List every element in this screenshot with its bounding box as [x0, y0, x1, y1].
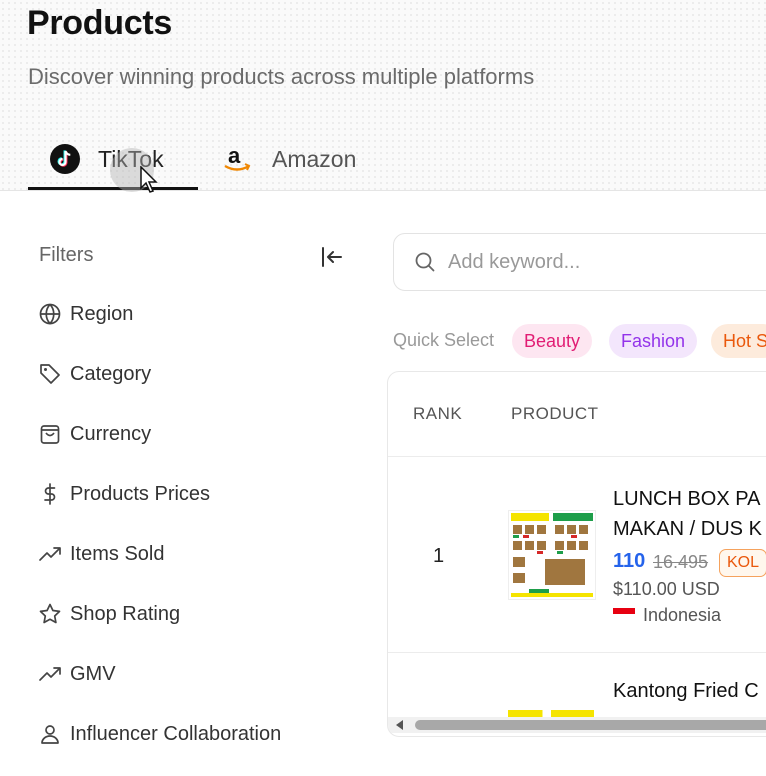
filter-label: Region: [70, 302, 134, 325]
product-name-line: LUNCH BOX PA: [613, 488, 761, 510]
tab-amazon-label: Amazon: [272, 145, 357, 172]
scrollbar-thumb[interactable]: [415, 720, 766, 730]
filter-label: GMV: [70, 662, 116, 685]
trending-up-icon: [39, 547, 61, 561]
product-name[interactable]: Kantong Fried C: [613, 680, 759, 703]
header-divider: [388, 456, 766, 457]
svg-text:a: a: [228, 144, 241, 168]
filter-influencer-collaboration[interactable]: Influencer Collaboration: [38, 719, 281, 749]
filter-label: Shop Rating: [70, 602, 181, 625]
product-original-price: 16.495: [653, 552, 709, 572]
filter-region[interactable]: Region: [38, 299, 133, 329]
row-divider: [388, 652, 766, 653]
column-header-product[interactable]: PRODUCT: [511, 404, 599, 424]
product-name[interactable]: LUNCH BOX PA MAKAN / DUS K: [613, 484, 762, 544]
product-name-line: MAKAN / DUS K: [613, 518, 762, 540]
amazon-icon: a: [222, 144, 252, 174]
globe-icon: [39, 303, 61, 325]
rank-value: 1: [433, 545, 445, 567]
column-header-rank[interactable]: RANK: [413, 404, 462, 424]
filter-currency[interactable]: Currency: [38, 419, 151, 449]
search-icon: [415, 252, 435, 272]
chip-hot-selling[interactable]: Hot S: [711, 324, 766, 358]
indonesia-flag-icon: [613, 608, 635, 620]
filter-label: Products Prices: [70, 482, 211, 505]
product-thumbnail[interactable]: [508, 510, 596, 600]
filters-title: Filters: [39, 244, 94, 266]
chip-fashion[interactable]: Fashion: [609, 324, 698, 358]
quick-select-label: Quick Select: [393, 330, 495, 350]
filter-gmv[interactable]: GMV: [38, 659, 116, 689]
filter-label: Items Sold: [70, 542, 165, 565]
search-box: [393, 233, 766, 291]
filter-shop-rating[interactable]: Shop Rating: [38, 599, 180, 629]
products-table: RANK PRODUCT 1 LUNCH BOX PA MAKAN / DUS …: [387, 371, 766, 737]
tab-amazon[interactable]: a Amazon: [222, 128, 382, 190]
scroll-left-arrow-icon[interactable]: [396, 720, 403, 730]
horizontal-scrollbar[interactable]: [388, 717, 766, 733]
user-icon: [41, 725, 59, 744]
star-icon: [39, 603, 61, 624]
tag-icon: [40, 364, 60, 384]
filter-label: Currency: [70, 422, 152, 445]
page-subtitle: Discover winning products across multipl…: [28, 64, 535, 89]
page-title: Products: [27, 4, 172, 42]
collapse-sidebar-icon[interactable]: [320, 246, 344, 268]
filter-label: Influencer Collaboration: [70, 722, 282, 745]
filter-products-prices[interactable]: Products Prices: [38, 479, 210, 509]
chip-beauty[interactable]: Beauty: [512, 324, 593, 358]
filter-label: Category: [70, 362, 152, 385]
filter-category[interactable]: Category: [38, 359, 151, 389]
shopping-bag-icon: [40, 425, 60, 444]
dollar-icon: [44, 483, 56, 505]
mouse-cursor-icon: [140, 166, 158, 193]
product-country: Indonesia: [643, 605, 722, 625]
product-price-usd: $110.00 USD: [613, 579, 720, 599]
tiktok-icon: [50, 144, 80, 174]
search-input[interactable]: [446, 249, 766, 275]
product-price: 110: [613, 550, 646, 572]
trending-up-icon: [39, 667, 61, 681]
filter-items-sold[interactable]: Items Sold: [38, 539, 164, 569]
kol-badge: KOL: [719, 549, 766, 577]
